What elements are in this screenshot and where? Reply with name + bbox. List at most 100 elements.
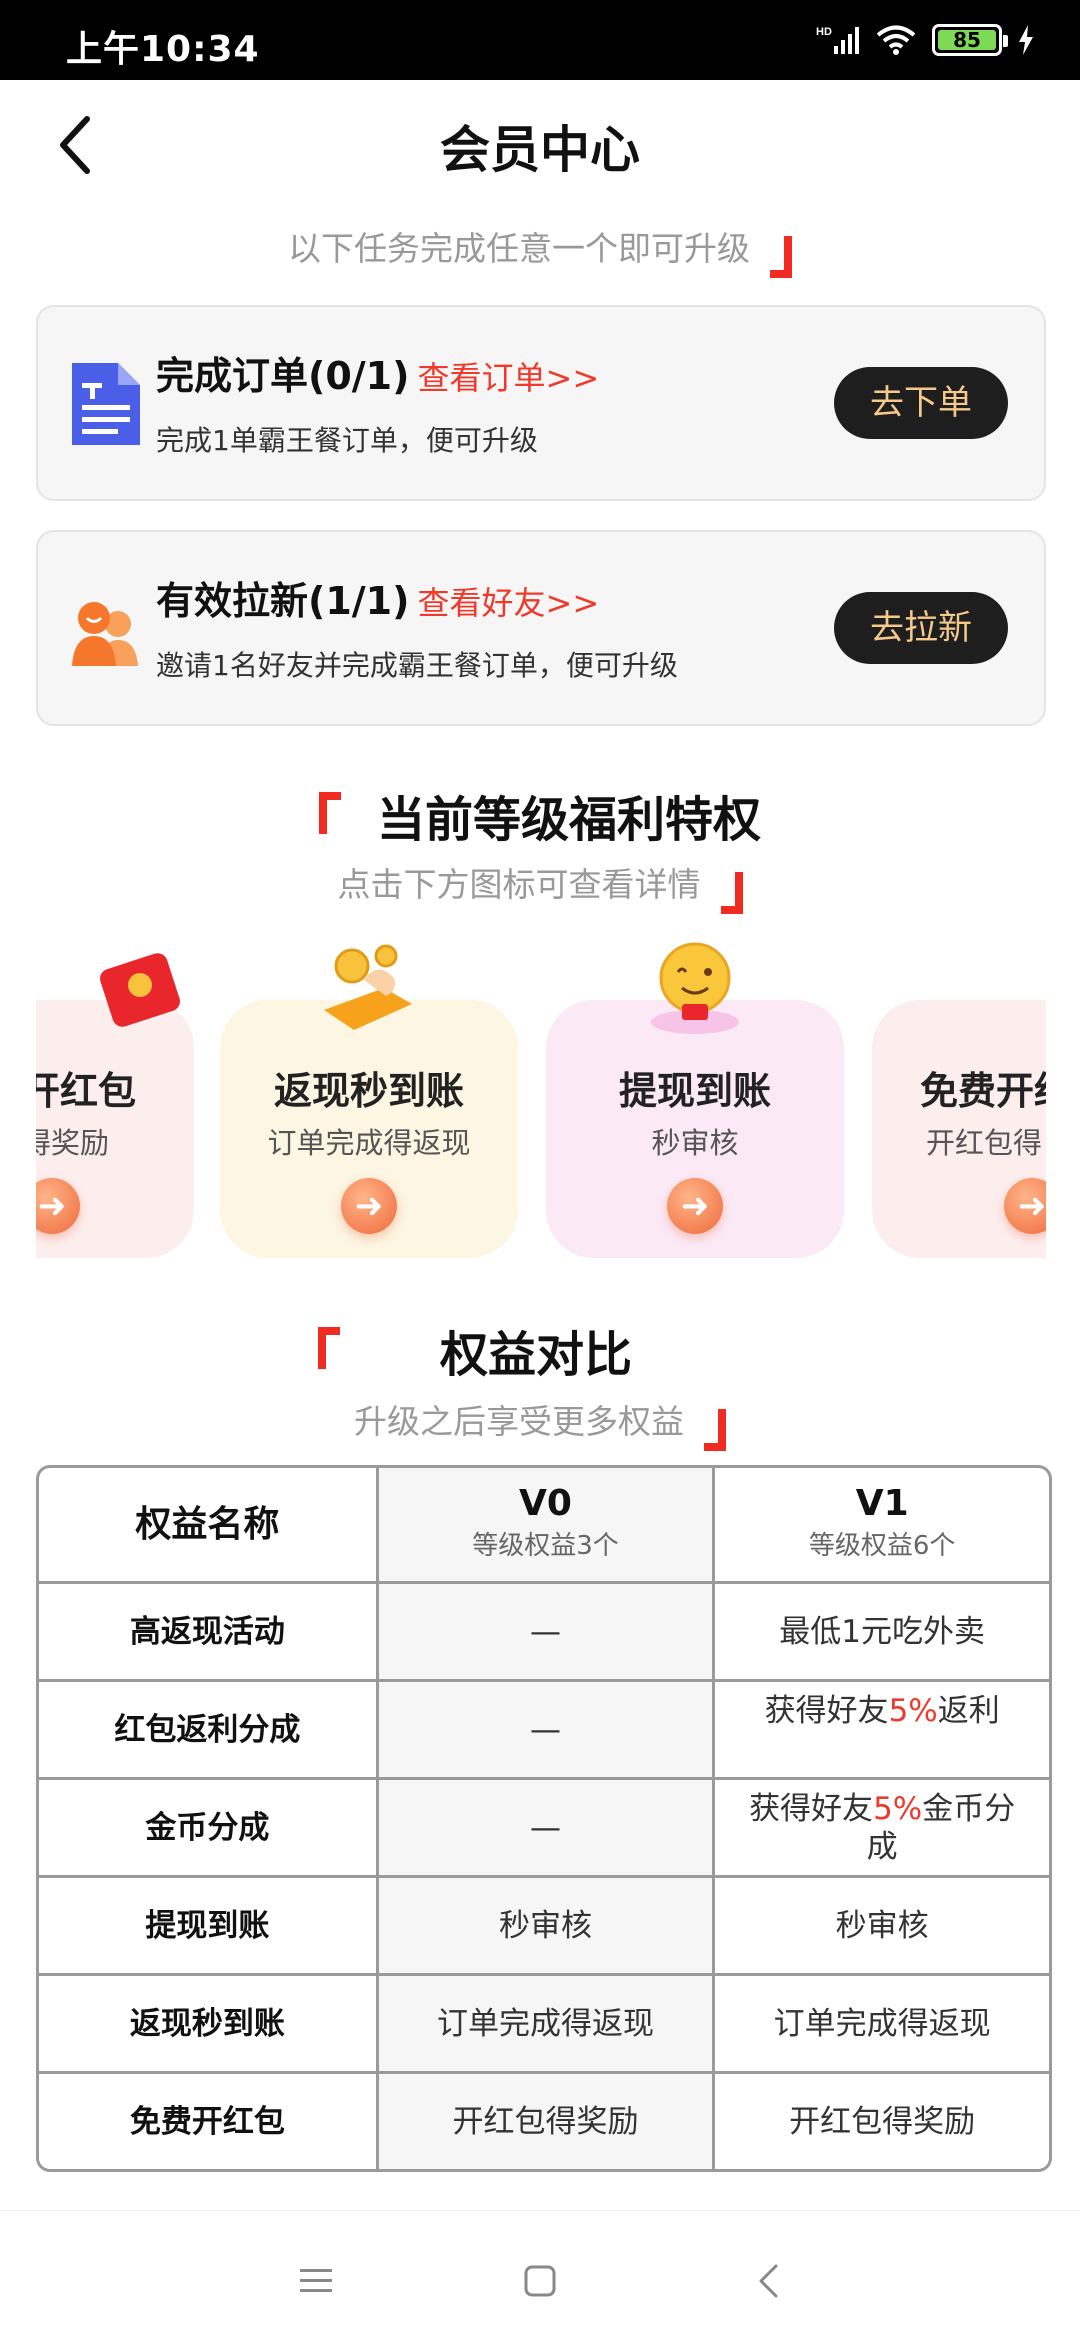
benefit-v0: 订单完成得返现: [375, 1976, 713, 2071]
users-icon: [72, 602, 138, 666]
signal-icon: HD: [816, 26, 859, 54]
status-bar: 上午10:34 HD 85: [0, 0, 1080, 80]
home-square-icon: [524, 2265, 556, 2297]
corner-mark-icon: [770, 235, 792, 278]
table-row: 免费开红包 开红包得奖励 开红包得奖励: [39, 2071, 1049, 2169]
system-back-button[interactable]: [738, 2251, 798, 2311]
place-order-button[interactable]: 去下单: [834, 367, 1008, 439]
task-title: 有效拉新(1/1) 查看好友>>: [156, 570, 599, 625]
smiley-coin-icon: [651, 942, 739, 1034]
privileges-title: 当前等级福利特权: [376, 792, 761, 848]
invite-button[interactable]: 去拉新: [834, 592, 1008, 664]
task-card-order: 完成订单(0/1) 查看订单>> 完成1单霸王餐订单，便可升级 去下单: [36, 305, 1046, 501]
status-time: 上午10:34: [66, 29, 260, 70]
battery-level: 85: [938, 30, 996, 50]
table-row: 金币分成 — 获得好友5%金币分成: [39, 1777, 1049, 1875]
task-title: 完成订单(0/1) 查看订单>>: [156, 345, 599, 400]
benefit-name: 高返现活动: [129, 1613, 285, 1650]
privilege-title: 免费开红: [920, 1069, 1046, 1113]
benefit-v1-pre: 获得好友: [749, 1791, 874, 1827]
benefit-v1: 获得好友5%金币分成: [712, 1780, 1049, 1875]
header-v0: V0 等级权益3个: [375, 1468, 713, 1581]
compare-title: 权益对比: [439, 1327, 632, 1383]
privileges-subtitle: 点击下方图标可查看详情: [337, 865, 701, 904]
privilege-card-withdraw[interactable]: 提现到账 秒审核 ➜: [546, 942, 844, 1258]
view-orders-link[interactable]: 查看订单>>: [418, 359, 600, 397]
benefit-name: 金币分成: [145, 1809, 270, 1846]
benefit-v0: —: [375, 1780, 713, 1875]
privilege-title: 提现到账: [618, 1069, 771, 1113]
app-header: 会员中心: [0, 80, 1080, 210]
privilege-sub: 开红包得: [926, 1126, 1043, 1160]
compare-subtitle-line: 升级之后享受更多权益: [0, 1395, 1080, 1451]
corner-mark-icon: [317, 1327, 340, 1369]
system-nav-bar: [0, 2210, 1080, 2340]
page-title: 会员中心: [440, 121, 640, 179]
arrow-right-icon[interactable]: ➜: [1004, 1178, 1046, 1234]
table-row: 提现到账 秒审核 秒审核: [39, 1875, 1049, 1973]
arrow-right-icon[interactable]: ➜: [341, 1178, 397, 1234]
privilege-title: 开红包: [36, 1069, 137, 1113]
corner-mark-icon: [704, 1408, 726, 1451]
benefit-v1: 订单完成得返现: [712, 1976, 1049, 2071]
benefit-name: 红包返利分成: [114, 1711, 301, 1748]
benefit-v1: 获得好友5%返利: [712, 1682, 1049, 1777]
task-desc: 邀请1名好友并完成霸王餐订单，便可升级: [156, 649, 678, 682]
benefit-v1-pre: 获得好友: [764, 1693, 889, 1729]
privilege-card-cashback[interactable]: 返现秒到账 订单完成得返现 ➜: [220, 944, 518, 1258]
header-v0-sub: 等级权益3个: [472, 1530, 619, 1561]
task-title-text: 完成订单(0/1): [156, 354, 410, 398]
view-friends-link[interactable]: 查看好友>>: [418, 584, 600, 622]
home-button[interactable]: [510, 2251, 570, 2311]
arrow-right-icon[interactable]: ➜: [36, 1178, 80, 1234]
benefit-v1: 最低1元吃外卖: [712, 1584, 1049, 1679]
tasks-hint-text: 以下任务完成任意一个即可升级: [288, 229, 750, 268]
benefit-v1-post: 返利: [937, 1693, 1000, 1729]
table-row: 返现秒到账 订单完成得返现 订单完成得返现: [39, 1973, 1049, 2071]
header-v1-sub: 等级权益6个: [808, 1530, 956, 1561]
task-title-text: 有效拉新(1/1): [156, 579, 410, 623]
header-v1: V1 等级权益6个: [712, 1468, 1049, 1581]
benefit-name: 免费开红包: [129, 2103, 285, 2140]
privilege-sub: 秒审核: [651, 1126, 739, 1160]
menu-icon: [300, 2269, 332, 2292]
cashback-hand-icon: [324, 944, 412, 1030]
privilege-sub: 订单完成得返现: [267, 1126, 471, 1160]
red-envelope-icon: [100, 953, 180, 1027]
wifi-icon: [876, 25, 916, 55]
document-icon: [72, 363, 140, 445]
privilege-title: 返现秒到账: [273, 1069, 464, 1113]
status-icons: HD 85: [816, 24, 1034, 56]
tasks-hint: 以下任务完成任意一个即可升级: [0, 222, 1080, 278]
benefit-v1: 开红包得奖励: [712, 2074, 1049, 2169]
compare-heading: 权益对比: [0, 1315, 1080, 1385]
privileges-subtitle-line: 点击下方图标可查看详情: [0, 858, 1080, 914]
battery-icon: 85: [932, 24, 1008, 56]
header-v1-title: V1: [855, 1482, 909, 1524]
benefit-v0: 秒审核: [375, 1878, 713, 1973]
corner-mark-icon: [720, 871, 743, 914]
svg-text:HD: HD: [816, 26, 832, 38]
table-row: 高返现活动 — 最低1元吃外卖: [39, 1581, 1049, 1679]
table-row: 红包返利分成 — 获得好友5%返利: [39, 1679, 1049, 1777]
compare-subtitle: 升级之后享受更多权益: [354, 1402, 684, 1441]
back-triangle-icon: [759, 2264, 778, 2298]
benefit-v0: 开红包得奖励: [375, 2074, 713, 2169]
benefit-name: 提现到账: [145, 1907, 270, 1944]
benefit-v1-percent: 5%: [873, 1791, 923, 1827]
privilege-card-free-envelope[interactable]: 免费开红 开红包得 ➜: [872, 1000, 1046, 1258]
task-desc: 完成1单霸王餐订单，便可升级: [156, 424, 538, 457]
arrow-right-icon[interactable]: ➜: [667, 1178, 723, 1234]
menu-button[interactable]: [286, 2251, 346, 2311]
benefit-v1: 秒审核: [712, 1878, 1049, 1973]
header-benefit-name: 权益名称: [135, 1503, 280, 1545]
benefit-v0: —: [375, 1682, 713, 1777]
privileges-heading: 当前等级福利特权: [0, 780, 1080, 850]
benefits-compare-table: 权益名称 V0 等级权益3个 V1 等级权益6个 高返现活动 — 最低1元吃外卖…: [36, 1465, 1052, 2172]
task-card-invite: 有效拉新(1/1) 查看好友>> 邀请1名好友并完成霸王餐订单，便可升级 去拉新: [36, 530, 1046, 726]
privilege-card-red-envelope[interactable]: 开红包 得奖励 ➜: [36, 953, 194, 1258]
benefit-name: 返现秒到账: [129, 2005, 285, 2042]
privilege-sub: 得奖励: [36, 1126, 110, 1160]
corner-mark-icon: [318, 792, 341, 834]
privileges-carousel[interactable]: 开红包 得奖励 ➜ 返现秒到账 订单完成得返现 ➜ 提现到账 秒审核 ➜ 免费开…: [36, 930, 1046, 1260]
